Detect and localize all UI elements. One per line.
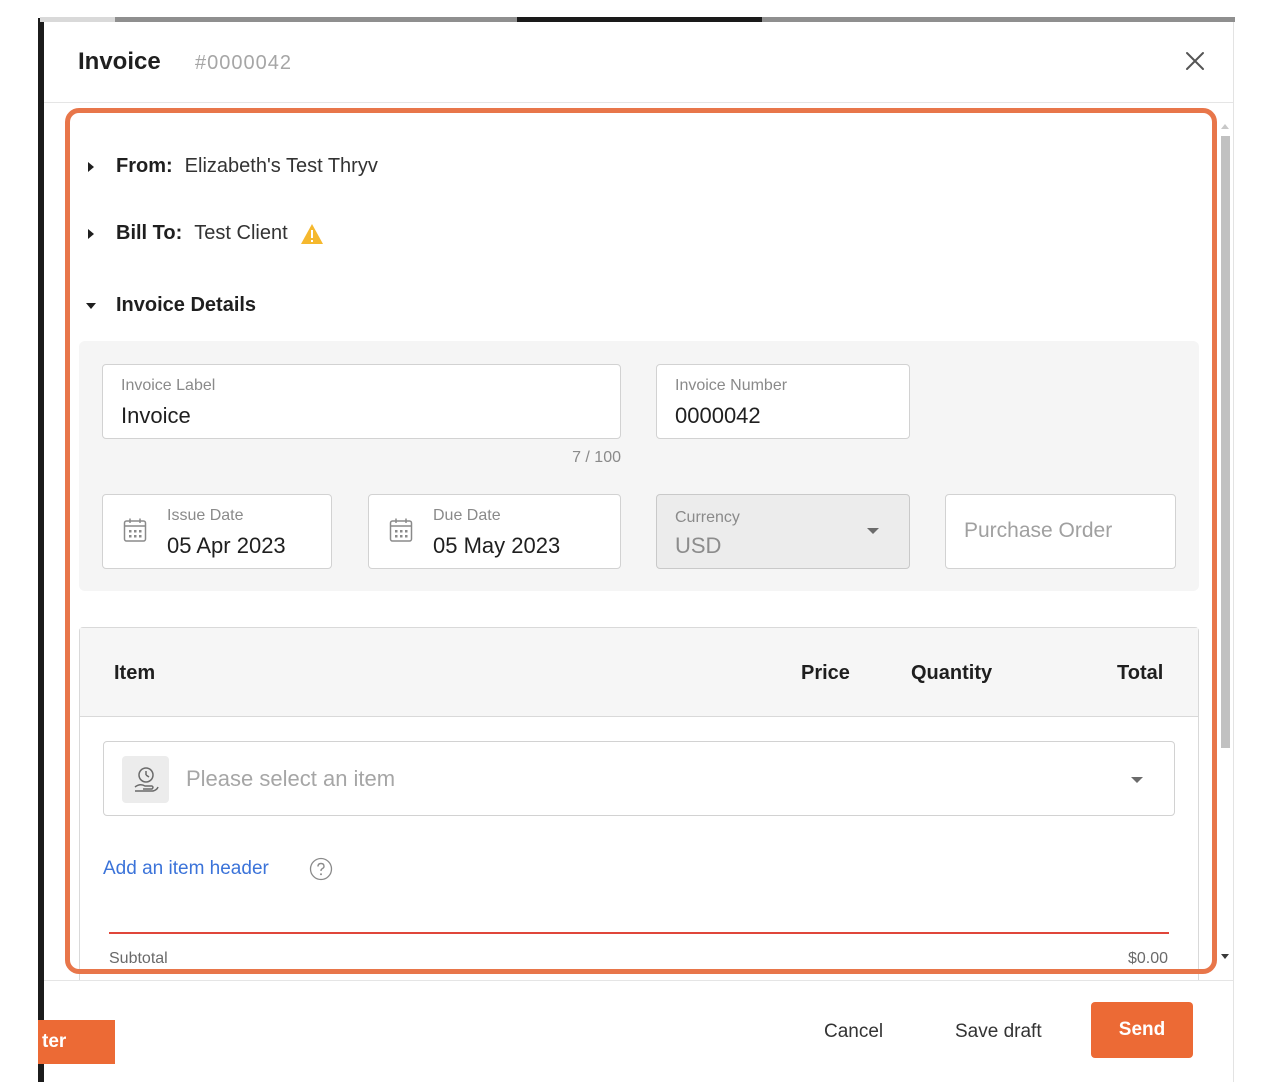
hand-coin-icon <box>134 767 159 792</box>
add-item-header-link[interactable]: Add an item header <box>103 858 269 880</box>
modal-title: Invoice <box>78 48 161 75</box>
column-header-total: Total <box>1117 662 1164 684</box>
invoice-number-value: 0000042 <box>675 403 761 428</box>
calendar-icon <box>123 518 147 542</box>
invoice-details-panel: Invoice Label Invoice 7 / 100 Invoice Nu… <box>79 341 1199 591</box>
subtotal-label: Subtotal <box>109 950 168 967</box>
invoice-label-value: Invoice <box>121 403 191 428</box>
currency-field-label: Currency <box>675 509 740 526</box>
bill-to-value: Test Client <box>194 222 288 244</box>
modal-content: From: Elizabeth's Test Thryv Bill To: Te… <box>44 104 1233 980</box>
send-button[interactable]: Send <box>1091 1002 1193 1058</box>
bill-to-label: Bill To: <box>116 222 183 244</box>
bill-to-section-toggle[interactable]: Bill To: Test Client <box>88 222 324 245</box>
invoice-modal: Invoice #0000042 From: Elizabeth's Test … <box>44 22 1234 1082</box>
from-value: Elizabeth's Test Thryv <box>184 155 378 177</box>
help-icon[interactable] <box>309 857 333 881</box>
line-items-card: Item Price Quantity Total Please select … <box>79 627 1199 980</box>
column-header-quantity: Quantity <box>911 662 993 684</box>
background-orange-button: ter <box>38 1020 115 1064</box>
caret-right-icon <box>88 228 94 239</box>
line-items-header: Item Price Quantity Total <box>80 628 1198 717</box>
content-scrollbar[interactable] <box>1219 122 1231 980</box>
scroll-down-arrow-icon[interactable] <box>1221 954 1229 959</box>
invoice-details-label: Invoice Details <box>116 294 257 316</box>
invoice-label-field[interactable]: Invoice Label Invoice <box>102 364 621 439</box>
due-date-field[interactable]: Due Date 05 May 2023 <box>368 494 621 569</box>
item-icon-container <box>122 756 169 803</box>
purchase-order-placeholder: Purchase Order <box>964 519 1113 542</box>
caret-right-icon <box>88 161 94 172</box>
item-select-placeholder: Please select an item <box>186 766 396 791</box>
warning-icon <box>300 223 323 244</box>
subtotal-divider <box>109 932 1169 934</box>
modal-footer: Cancel Save draft Send <box>44 980 1233 1082</box>
invoice-label-field-label: Invoice Label <box>121 377 216 394</box>
chevron-down-icon <box>1131 777 1143 783</box>
calendar-icon <box>389 518 413 542</box>
subtotal-value: $0.00 <box>1127 950 1168 967</box>
column-header-item: Item <box>114 662 156 684</box>
caret-down-icon <box>86 302 96 309</box>
screen: Invoice #0000042 From: Elizabeth's Test … <box>0 0 1268 1092</box>
item-select-dropdown[interactable]: Please select an item <box>103 741 1175 816</box>
due-date-value: 05 May 2023 <box>433 533 561 558</box>
invoice-details-section-toggle[interactable]: Invoice Details <box>86 294 257 317</box>
close-icon[interactable] <box>1184 50 1206 72</box>
issue-date-value: 05 Apr 2023 <box>167 533 286 558</box>
invoice-label-char-counter: 7 / 100 <box>572 449 621 466</box>
cancel-button[interactable]: Cancel <box>824 1021 883 1043</box>
issue-date-field[interactable]: Issue Date 05 Apr 2023 <box>102 494 332 569</box>
issue-date-field-label: Issue Date <box>167 507 244 524</box>
column-header-price: Price <box>801 662 850 684</box>
purchase-order-input[interactable]: Purchase Order <box>945 494 1176 569</box>
scroll-up-arrow-icon[interactable] <box>1221 124 1229 129</box>
invoice-number-field[interactable]: Invoice Number 0000042 <box>656 364 910 439</box>
currency-select[interactable]: Currency USD <box>656 494 910 569</box>
modal-header: Invoice #0000042 <box>44 22 1233 103</box>
from-label: From: <box>116 155 173 177</box>
save-draft-button[interactable]: Save draft <box>955 1021 1042 1043</box>
invoice-number-subtitle: #0000042 <box>195 52 292 74</box>
due-date-field-label: Due Date <box>433 507 501 524</box>
currency-value: USD <box>675 533 722 558</box>
chevron-down-icon <box>867 528 879 534</box>
invoice-number-field-label: Invoice Number <box>675 377 788 394</box>
from-section-toggle[interactable]: From: Elizabeth's Test Thryv <box>88 155 378 178</box>
scrollbar-thumb[interactable] <box>1221 136 1230 748</box>
